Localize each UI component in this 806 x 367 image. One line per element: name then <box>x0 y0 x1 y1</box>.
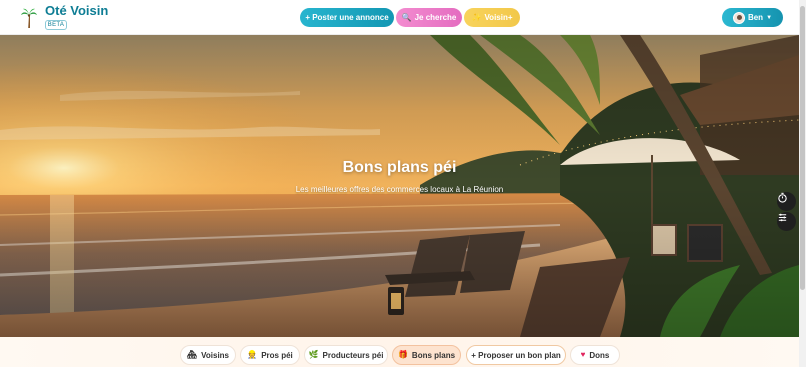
tab-producteurs-pei[interactable]: 🌿 Producteurs péi <box>304 345 388 365</box>
worker-icon: 👷 <box>247 350 258 359</box>
neighbors-icon: 🏘 <box>186 350 198 359</box>
user-menu-button[interactable]: Ben ▼ <box>722 8 783 27</box>
scrollbar-thumb[interactable] <box>800 6 805 290</box>
stopwatch-icon <box>778 192 787 203</box>
tab-bons-plans[interactable]: 🎁 Bons plans <box>392 345 461 365</box>
tab-voisins-label: Voisins <box>201 350 229 360</box>
search-request-label: Je cherche <box>414 13 457 22</box>
tab-producteurs-pei-label: Producteurs péi <box>322 350 384 360</box>
sprout-icon: 🌿 <box>308 350 319 359</box>
page-scrollbar[interactable] <box>799 0 806 367</box>
hero-banner: Bons plans péi Les meilleures offres des… <box>0 35 799 337</box>
stopwatch-button[interactable] <box>777 192 796 211</box>
chevron-down-icon: ▼ <box>766 14 773 21</box>
heart-icon: ♥ <box>580 350 586 359</box>
filter-icon <box>778 213 787 222</box>
palm-tree-icon <box>21 8 37 28</box>
propose-deal-label: + Proposer un bon plan <box>471 350 561 360</box>
post-ad-button[interactable]: + Poster une annonce <box>300 8 394 27</box>
tab-voisins[interactable]: 🏘 Voisins <box>180 345 236 365</box>
avatar <box>732 11 745 24</box>
category-nav: 🏘 Voisins 👷 Pros péi 🌿 Producteurs péi 🎁… <box>0 337 799 367</box>
voisin-plus-button[interactable]: ✨ Voisin+ <box>464 8 520 27</box>
tab-dons-label: Dons <box>589 350 610 360</box>
brand-logo-link[interactable]: Oté Voisin BETA <box>20 3 108 30</box>
magnifier-icon: 🔍 <box>401 12 412 22</box>
search-request-button[interactable]: 🔍 Je cherche <box>396 8 462 27</box>
filter-button[interactable] <box>777 212 796 231</box>
tab-pros-pei-label: Pros péi <box>261 350 293 360</box>
hero-subtitle: Les meilleures offres des commerces loca… <box>295 185 504 194</box>
post-ad-label: + Poster une annonce <box>305 13 389 22</box>
gift-icon: 🎁 <box>397 350 408 359</box>
sparkle-icon: ✨ <box>471 12 482 22</box>
tab-bons-plans-label: Bons plans <box>411 350 456 360</box>
brand-name: Oté Voisin <box>45 3 109 18</box>
voisin-plus-label: Voisin+ <box>484 13 513 22</box>
tab-pros-pei[interactable]: 👷 Pros péi <box>240 345 300 365</box>
user-name: Ben <box>747 13 764 22</box>
tab-dons[interactable]: ♥ Dons <box>570 345 620 365</box>
hero-title: Bons plans péi <box>342 159 457 176</box>
top-header: Oté Voisin BETA + Poster une annonce 🔍 J… <box>0 0 799 35</box>
propose-deal-button[interactable]: + Proposer un bon plan <box>466 345 566 365</box>
beta-badge: BETA <box>45 20 67 30</box>
